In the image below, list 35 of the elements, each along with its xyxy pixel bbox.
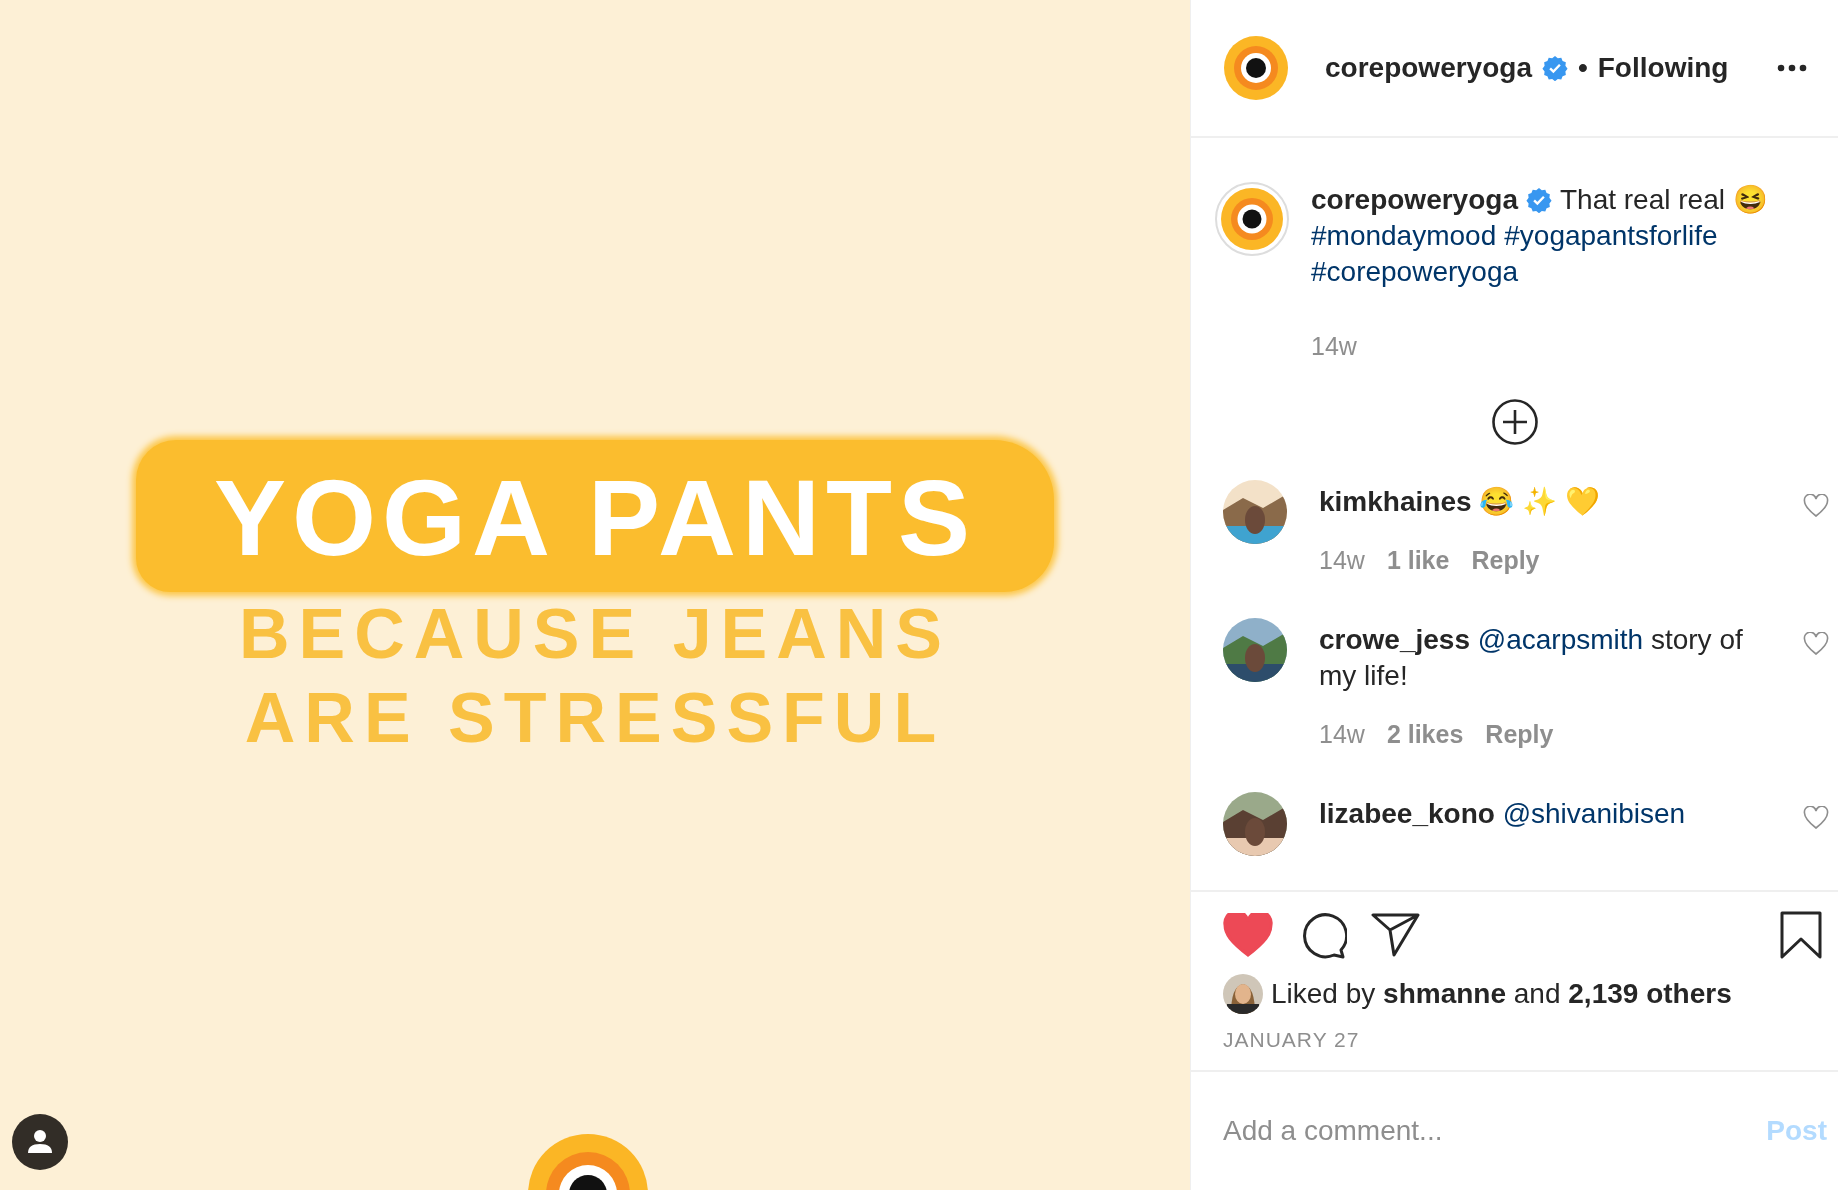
- tags-button[interactable]: [12, 1114, 68, 1170]
- plus-circle-icon: [1491, 398, 1539, 446]
- mention-link[interactable]: @acarpsmith: [1477, 624, 1644, 655]
- caption-text: That real real 😆: [1559, 183, 1768, 217]
- hashtag-link[interactable]: #corepoweryoga: [1311, 254, 1519, 290]
- more-icon: [1777, 64, 1807, 72]
- comment-text: kimkhaines 😂 ✨ 💛: [1319, 485, 1601, 519]
- timestamp: 14w: [1319, 545, 1365, 576]
- username[interactable]: crowe_jess: [1319, 624, 1470, 655]
- separator: •: [1577, 52, 1588, 84]
- subline: ARE STRESSFUL: [244, 678, 946, 759]
- post-date: JANUARY 27: [1222, 1027, 1361, 1052]
- username[interactable]: lizabee_kono: [1319, 798, 1495, 829]
- hashtag-link[interactable]: #yogapantsforlife: [1504, 218, 1718, 254]
- target-logo-icon[interactable]: [1215, 182, 1289, 256]
- share-button[interactable]: [1371, 912, 1421, 958]
- username[interactable]: corepoweryoga: [1325, 52, 1532, 84]
- like-button[interactable]: [1223, 913, 1273, 957]
- comment-text: crowe_jess @acarpsmith story of my life!: [1319, 623, 1744, 693]
- timestamp: 14w: [1311, 331, 1357, 362]
- username[interactable]: kimkhaines: [1319, 486, 1472, 517]
- load-more-button[interactable]: [1491, 398, 1539, 446]
- mention-link[interactable]: @shivanibisen: [1502, 798, 1686, 829]
- subline: BECAUSE JEANS: [238, 594, 952, 675]
- hashtag-link[interactable]: #mondaymood: [1311, 218, 1497, 254]
- save-button[interactable]: [1779, 910, 1823, 960]
- more-options-button[interactable]: [1777, 64, 1807, 72]
- likes-summary: Liked by shmanne and 2,139 others: [1271, 978, 1732, 1010]
- headline: YOGA PANTS: [213, 457, 977, 578]
- target-logo-icon: [528, 1134, 648, 1190]
- username[interactable]: corepoweryoga: [1311, 182, 1518, 218]
- follow-status-button[interactable]: Following: [1597, 52, 1729, 84]
- target-logo-icon[interactable]: [1223, 35, 1289, 101]
- person-icon: [27, 1129, 53, 1155]
- timestamp: 14w: [1319, 719, 1365, 750]
